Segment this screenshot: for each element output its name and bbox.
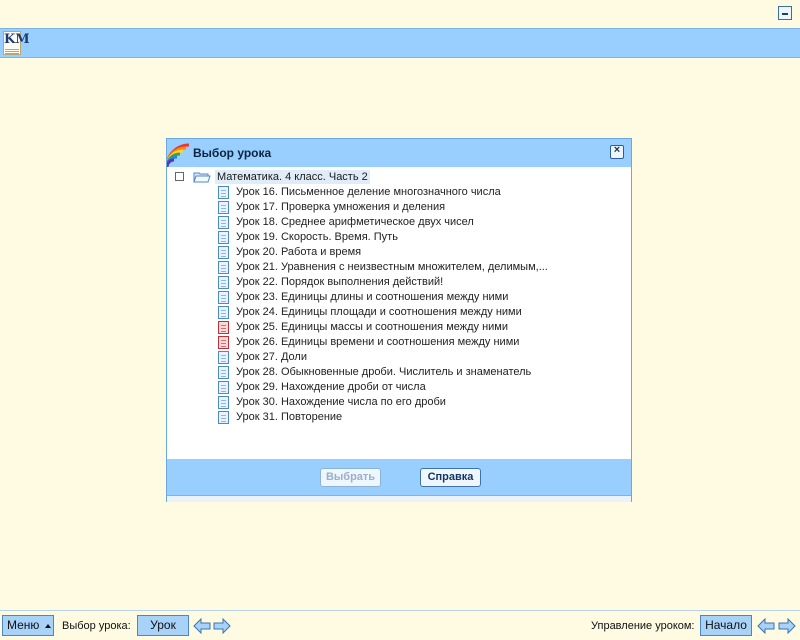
doc-icon xyxy=(218,261,229,274)
doc-icon xyxy=(218,201,229,214)
lesson-label[interactable]: Урок 20. Работа и время xyxy=(236,246,361,259)
logo-letters: KM xyxy=(4,32,30,47)
dialog-title: Выбор урока xyxy=(193,146,272,160)
lesson-label[interactable]: Урок 28. Обыкновенные дроби. Числитель и… xyxy=(236,366,531,379)
lesson-control-label: Управление уроком: xyxy=(591,620,695,632)
doc-icon xyxy=(218,291,229,304)
folder-open-icon xyxy=(193,172,211,183)
doc-icon xyxy=(218,231,229,244)
doc-icon xyxy=(218,246,229,259)
lesson-label[interactable]: Урок 25. Единицы массы и соотношения меж… xyxy=(236,321,508,334)
menu-button[interactable]: Меню xyxy=(2,615,54,636)
doc-red-icon xyxy=(218,336,229,349)
doc-icon xyxy=(218,381,229,394)
arrow-left-icon[interactable] xyxy=(193,618,211,634)
minimize-icon[interactable] xyxy=(778,6,792,20)
doc-icon xyxy=(218,351,229,364)
menu-label: Меню xyxy=(7,618,40,632)
lesson-label[interactable]: Урок 27. Доли xyxy=(236,351,307,364)
dialog-title-bar: Выбор урока × xyxy=(167,139,631,167)
logo: KM xyxy=(3,31,30,55)
lesson-button[interactable]: Урок xyxy=(137,615,189,636)
doc-icon xyxy=(218,411,229,424)
close-icon[interactable]: × xyxy=(610,144,624,159)
lesson-tree: Математика. 4 класс. Часть 2 Урок 16. Пи… xyxy=(167,167,631,459)
caret-up-icon xyxy=(45,624,51,628)
header-bar: KM xyxy=(0,28,800,58)
doc-icon xyxy=(218,306,229,319)
dialog-bottom-edge xyxy=(167,495,631,502)
lesson-label[interactable]: Урок 21. Уравнения с неизвестным множите… xyxy=(236,261,548,274)
arrow-left-icon[interactable] xyxy=(757,618,775,634)
lesson-label[interactable]: Урок 26. Единицы времени и соотношения м… xyxy=(236,336,519,349)
start-button[interactable]: Начало xyxy=(700,615,752,636)
lesson-choice-label: Выбор урока: xyxy=(62,620,131,632)
arrow-right-icon[interactable] xyxy=(778,618,796,634)
tree-root-label[interactable]: Математика. 4 класс. Часть 2 xyxy=(215,170,370,184)
doc-icon xyxy=(218,186,229,199)
lesson-label[interactable]: Урок 19. Скорость. Время. Путь xyxy=(236,231,398,244)
lesson-label[interactable]: Урок 23. Единицы длины и соотношения меж… xyxy=(236,291,508,304)
doc-icon xyxy=(218,276,229,289)
doc-icon xyxy=(218,216,229,229)
lesson-label[interactable]: Урок 24. Единицы площади и соотношения м… xyxy=(236,306,522,319)
root-checkbox[interactable] xyxy=(175,172,184,181)
lesson-label[interactable]: Урок 17. Проверка умножения и деления xyxy=(236,201,445,214)
lesson-label[interactable]: Урок 31. Повторение xyxy=(236,411,342,424)
top-strip xyxy=(0,0,800,28)
dialog-footer: Выбрать Справка xyxy=(167,459,631,495)
doc-red-icon xyxy=(218,321,229,334)
lesson-label[interactable]: Урок 22. Порядок выполнения действий! xyxy=(236,276,443,289)
rainbow-icon xyxy=(167,143,190,167)
doc-icon xyxy=(218,396,229,409)
lesson-label[interactable]: Урок 29. Нахождение дроби от числа xyxy=(236,381,426,394)
help-button[interactable]: Справка xyxy=(420,468,481,487)
doc-icon xyxy=(218,366,229,379)
arrow-right-icon[interactable] xyxy=(213,618,231,634)
lesson-label[interactable]: Урок 30. Нахождение числа по его дроби xyxy=(236,396,446,409)
lesson-label[interactable]: Урок 18. Среднее арифметическое двух чис… xyxy=(236,216,474,229)
lesson-select-dialog: Выбор урока × Математика. 4 класс. Часть… xyxy=(166,138,632,502)
select-button[interactable]: Выбрать xyxy=(320,468,381,487)
bottom-toolbar: Меню Выбор урока: Урок Управление уроком… xyxy=(0,610,800,640)
lesson-label[interactable]: Урок 16. Письменное деление многозначног… xyxy=(236,186,501,199)
